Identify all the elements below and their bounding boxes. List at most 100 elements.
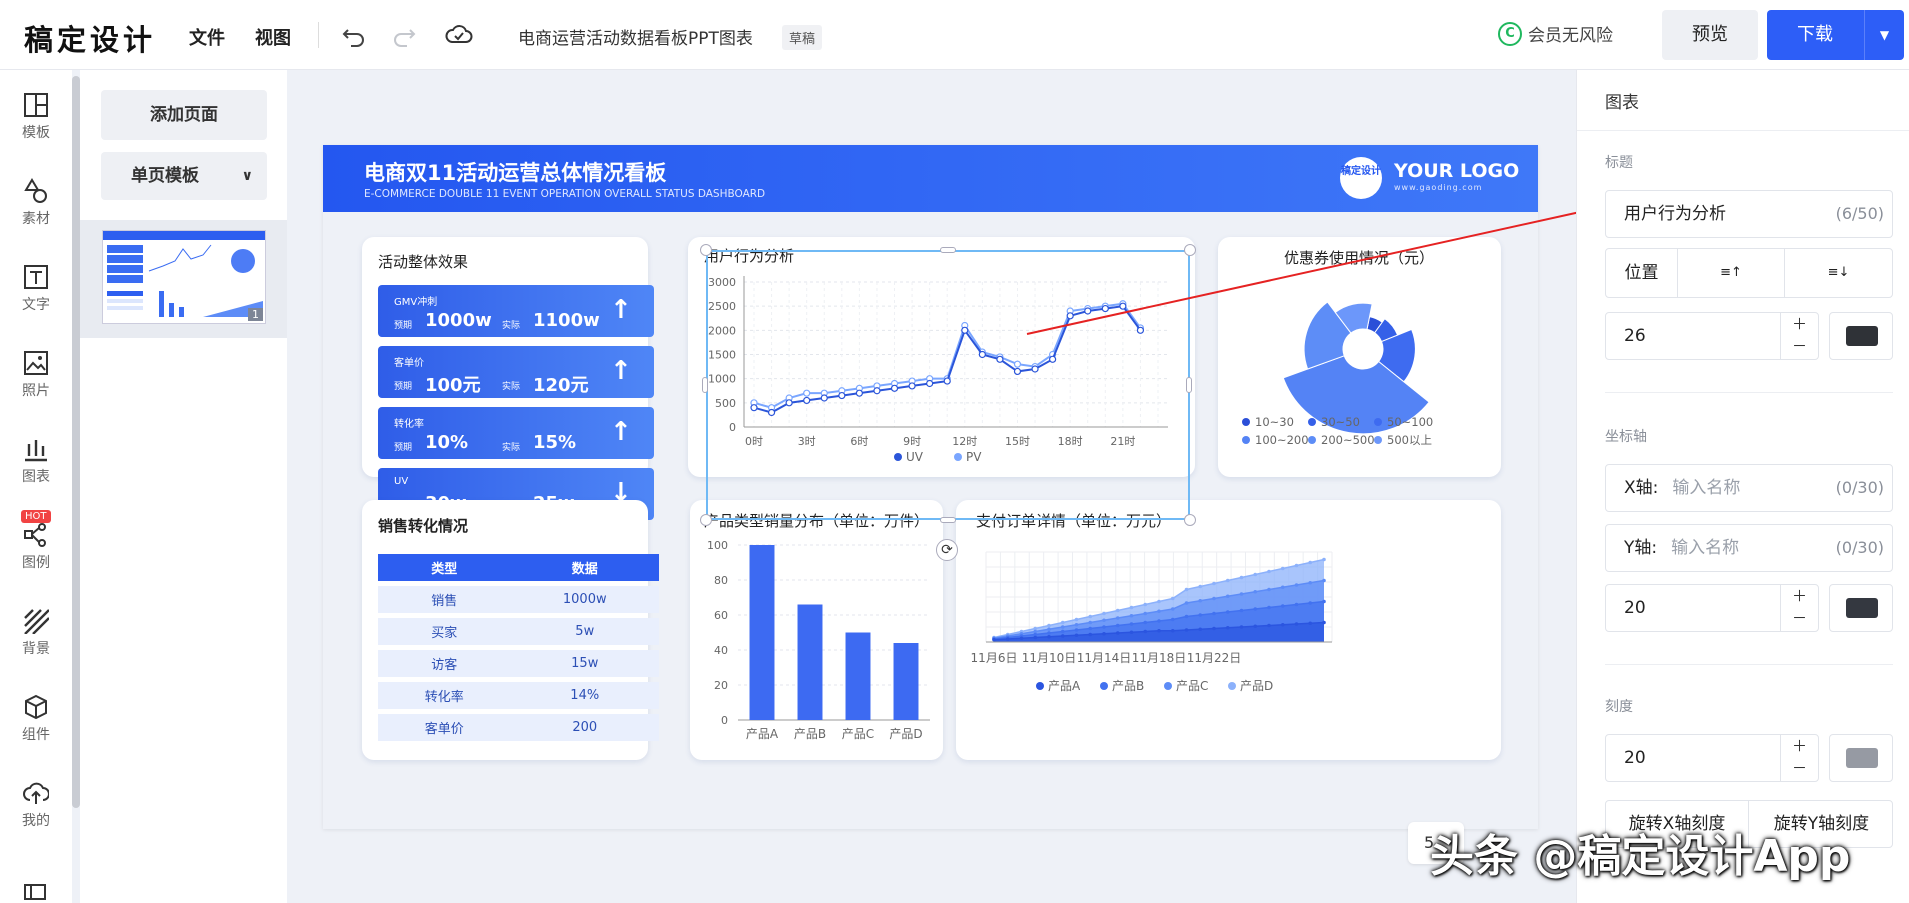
- page-number: 1: [248, 308, 263, 321]
- kpi-card[interactable]: GMV冲刺 预期 1000w 实际 1100w ↑: [378, 285, 654, 337]
- resize-handle-left[interactable]: [702, 377, 708, 393]
- page-thumbnail-item[interactable]: 1: [80, 220, 287, 338]
- data-point: [1239, 625, 1244, 629]
- legend-marker: [1164, 682, 1172, 690]
- area-chart-card[interactable]: 支付订单详情（单位：万元） 11月6日 11月10日 11月14日 11月18日 11月2…: [956, 500, 1501, 760]
- data-point: [1074, 617, 1079, 622]
- sales-card[interactable]: 销售转化情况 类型 数据 销售 1000w 买家 5w 访客 15w 转化率 14% 客单价 200: [362, 500, 659, 760]
- page-thumbnail[interactable]: 1: [102, 230, 266, 324]
- x-tick-label: 11月22日: [1187, 651, 1242, 665]
- tick-color-picker[interactable]: [1829, 734, 1893, 782]
- rotate-handle-icon[interactable]: ⟳: [936, 539, 958, 561]
- text-icon: [24, 265, 48, 289]
- menu-view[interactable]: 视图: [255, 24, 291, 50]
- document-title[interactable]: 电商运营活动数据看板PPT图表: [518, 24, 753, 49]
- data-point: [1212, 611, 1216, 616]
- y-tick-label: 100: [707, 539, 728, 552]
- chart-icon: [25, 440, 47, 462]
- menu-file[interactable]: 文件: [189, 24, 225, 50]
- data-point: [1198, 598, 1203, 603]
- legend-marker: [1242, 436, 1250, 444]
- property-panel: 图表 标题 用户行为分析 (6/50) 位置 ≡↑ ≡↓ 26 ＋－ 坐标轴 X轴:…: [1576, 70, 1909, 903]
- nav-diagram[interactable]: HOT 图例: [0, 510, 72, 572]
- bar-chart[interactable]: 产品类型销量分布（单位：万件）020406080100产品A 产品B 产品C 产品D: [690, 500, 943, 760]
- actual-label: 实际: [502, 321, 521, 331]
- download-dropdown-icon[interactable]: ▼: [1864, 10, 1904, 60]
- data-point: [1198, 627, 1203, 632]
- area-chart[interactable]: 支付订单详情（单位：万元）11月6日 11月10日 11月14日 11月18日 11月2…: [956, 500, 1501, 760]
- sidebar-scrollbar[interactable]: [72, 76, 80, 808]
- tick-font-size-stepper[interactable]: 20 ＋－: [1605, 734, 1819, 782]
- template-icon: [24, 93, 48, 117]
- collapse-panel-icon[interactable]: [24, 884, 46, 900]
- redo-icon[interactable]: [389, 20, 419, 50]
- logo-text[interactable]: YOUR LOGO: [1394, 160, 1519, 182]
- data-point: [1060, 620, 1065, 625]
- x-axis-name-input[interactable]: X轴: 输入名称 (0/30): [1605, 464, 1893, 512]
- nav-component[interactable]: 组件: [0, 694, 72, 744]
- nav-template[interactable]: 模板: [0, 92, 72, 142]
- data-point: [1033, 635, 1038, 640]
- axis-color-picker[interactable]: [1829, 584, 1893, 632]
- brand-logo[interactable]: 稿定设计: [24, 17, 156, 59]
- data-point: [1198, 613, 1203, 617]
- nav-mine[interactable]: 我的: [0, 780, 72, 830]
- chart-title-input[interactable]: 用户行为分析 (6/50): [1605, 190, 1893, 238]
- resize-handle-tl[interactable]: [700, 244, 712, 256]
- resize-handle-top[interactable]: [940, 247, 956, 253]
- logo-mark[interactable]: 稿定设计: [1340, 157, 1382, 199]
- stepper-buttons[interactable]: ＋－: [1780, 585, 1818, 631]
- pages-panel: 添加页面 单页模板 ∨ 1: [80, 70, 287, 903]
- upload-icon: [23, 782, 49, 804]
- nav-background[interactable]: 背景: [0, 608, 72, 658]
- y-axis-placeholder: 输入名称: [1671, 538, 1740, 558]
- data-point: [1308, 601, 1313, 605]
- align-top-icon[interactable]: ≡↑: [1678, 249, 1785, 297]
- actual-label: 实际: [502, 382, 521, 392]
- align-bottom-icon[interactable]: ≡↓: [1785, 249, 1892, 297]
- section-title-label: 标题: [1605, 155, 1633, 171]
- slide-subtitle[interactable]: E-COMMERCE DOUBLE 11 EVENT OPERATION OVE…: [364, 188, 765, 200]
- data-point: [1129, 613, 1134, 618]
- bar-chart-card[interactable]: 产品类型销量分布（单位：万件） 0 20 40 60 80 100 产品A 产品B 产品C 产品D: [690, 500, 943, 760]
- effect-card[interactable]: 活动整体效果 GMV冲刺 预期 1000w 实际 1100w ↑ 客单价 预期 100元 实际 12…: [362, 237, 654, 520]
- slide-title[interactable]: 电商双11活动运营总体情况看板: [364, 157, 666, 187]
- member-guarantee[interactable]: C 会员无风险: [1498, 21, 1613, 46]
- stepper-buttons[interactable]: ＋－: [1780, 313, 1818, 359]
- resize-handle-br[interactable]: [1184, 514, 1196, 526]
- table-cell: 200: [510, 714, 659, 741]
- resize-handle-right[interactable]: [1186, 377, 1192, 393]
- title-color-picker[interactable]: [1829, 312, 1893, 360]
- y-axis-name-input[interactable]: Y轴: 输入名称 (0/30): [1605, 524, 1893, 572]
- chevron-down-icon: ∨: [241, 168, 253, 184]
- undo-icon[interactable]: [339, 20, 369, 50]
- nav-text[interactable]: 文字: [0, 264, 72, 314]
- nav-photo[interactable]: 照片: [0, 350, 72, 400]
- preview-button[interactable]: 预览: [1662, 10, 1758, 60]
- download-button[interactable]: 下载 ▼: [1767, 10, 1904, 60]
- nav-material[interactable]: 素材: [0, 178, 72, 228]
- resize-handle-bl[interactable]: [700, 514, 712, 526]
- axis-font-size-stepper[interactable]: 20 ＋－: [1605, 584, 1819, 632]
- table-row: 访客 15w: [378, 650, 659, 677]
- top-bar: 稿定设计 文件 视图 电商运营活动数据看板PPT图表 草稿 C 会员无风险 预览 …: [0, 0, 1909, 70]
- data-point: [1129, 630, 1134, 635]
- data-point: [1060, 629, 1065, 634]
- actual-value: 1100w: [533, 310, 600, 331]
- title-font-size-stepper[interactable]: 26 ＋－: [1605, 312, 1819, 360]
- data-point: [1102, 611, 1106, 616]
- template-select[interactable]: 单页模板 ∨: [101, 152, 267, 200]
- cloud-save-icon[interactable]: [444, 20, 474, 50]
- nav-chart[interactable]: 图表: [0, 436, 72, 486]
- stepper-buttons[interactable]: ＋－: [1780, 735, 1818, 781]
- data-point: [1322, 620, 1326, 625]
- legend-label: 200~500: [1321, 433, 1375, 447]
- add-page-button[interactable]: 添加页面: [101, 90, 267, 140]
- legend-label: 500以上: [1387, 433, 1432, 447]
- slide-header[interactable]: 电商双11活动运营总体情况看板 E-COMMERCE DOUBLE 11 EVE…: [323, 145, 1538, 212]
- kpi-card[interactable]: 客单价 预期 100元 实际 120元 ↑: [378, 346, 654, 398]
- data-point: [1047, 627, 1051, 632]
- resize-handle-bottom[interactable]: [940, 517, 956, 523]
- kpi-card[interactable]: 转化率 预期 10% 实际 15% ↑: [378, 407, 654, 459]
- sales-table-body: 销售 1000w 买家 5w 访客 15w 转化率 14% 客单价 200: [378, 586, 659, 741]
